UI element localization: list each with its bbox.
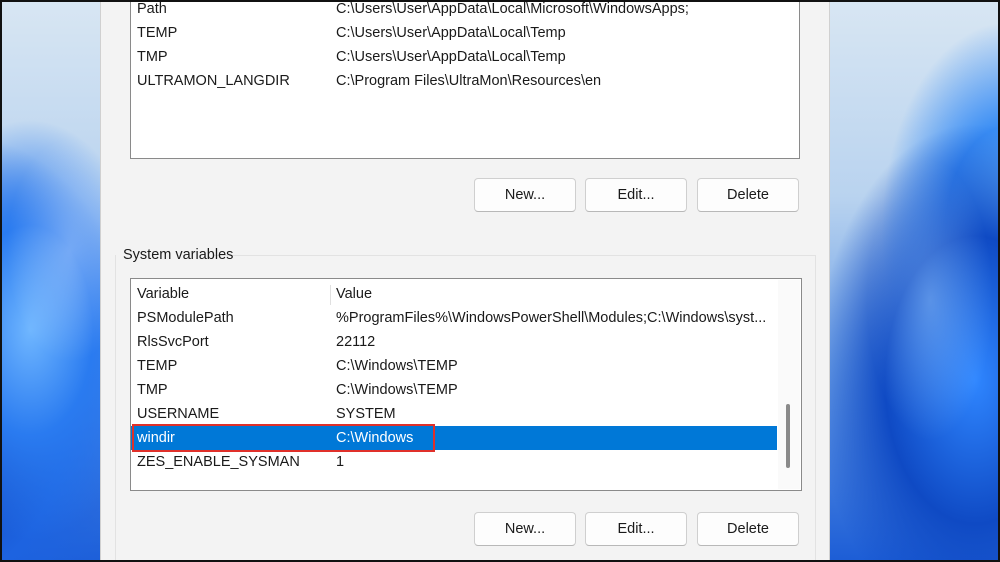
table-row[interactable]: TEMP C:\Windows\TEMP — [131, 354, 777, 378]
variable-name: windir — [137, 430, 175, 446]
variable-name: ULTRAMON_LANGDIR — [137, 73, 290, 89]
variable-value: %ProgramFiles%\WindowsPowerShell\Modules… — [336, 310, 767, 326]
variable-value: C:\Windows — [336, 430, 414, 446]
variable-name: RlsSvcPort — [137, 334, 209, 350]
user-new-button[interactable]: New... — [474, 178, 576, 212]
variable-value: 22112 — [336, 334, 376, 350]
table-row[interactable]: ZES_ENABLE_SYSMAN 1 — [131, 450, 777, 474]
scrollbar-thumb[interactable] — [786, 404, 790, 468]
variable-name: USERNAME — [137, 406, 220, 422]
variable-name: ZES_ENABLE_SYSMAN — [137, 454, 300, 470]
system-variables-list[interactable]: Variable Value PSModulePath %ProgramFile… — [130, 278, 802, 491]
variable-value: C:\Users\User\AppData\Local\Temp — [336, 25, 566, 41]
variable-name: TEMP — [137, 25, 178, 41]
user-variables-list[interactable]: Path C:\Users\User\AppData\Local\Microso… — [130, 0, 800, 159]
variable-name: TEMP — [137, 358, 178, 374]
list-item[interactable]: TEMP C:\Users\User\AppData\Local\Temp — [131, 21, 799, 45]
variable-name: Path — [137, 1, 167, 17]
list-item[interactable]: ULTRAMON_LANGDIR C:\Program Files\UltraM… — [131, 69, 799, 93]
list-item[interactable]: TMP C:\Users\User\AppData\Local\Temp — [131, 45, 799, 69]
variable-value: C:\Users\User\AppData\Local\Microsoft\Wi… — [336, 1, 689, 17]
vertical-scrollbar[interactable] — [778, 280, 800, 489]
user-delete-button[interactable]: Delete — [697, 178, 799, 212]
table-row-selected[interactable]: windir C:\Windows — [131, 426, 777, 450]
table-row[interactable]: PSModulePath %ProgramFiles%\WindowsPower… — [131, 306, 777, 330]
column-header-variable[interactable]: Variable — [137, 286, 189, 302]
system-delete-button[interactable]: Delete — [697, 512, 799, 546]
table-row[interactable]: USERNAME SYSTEM — [131, 402, 777, 426]
list-item[interactable]: Path C:\Users\User\AppData\Local\Microso… — [131, 0, 799, 21]
variable-name: TMP — [137, 49, 168, 65]
variable-value: C:\Windows\TEMP — [336, 382, 458, 398]
column-header-value[interactable]: Value — [336, 286, 776, 302]
group-border-top — [214, 255, 816, 256]
variable-name: TMP — [137, 382, 168, 398]
variable-name: PSModulePath — [137, 310, 234, 326]
environment-variables-dialog: Path C:\Users\User\AppData\Local\Microso… — [100, 0, 830, 562]
list-header: Variable Value — [131, 281, 777, 307]
group-border-right — [815, 255, 816, 562]
system-edit-button[interactable]: Edit... — [585, 512, 687, 546]
user-edit-button[interactable]: Edit... — [585, 178, 687, 212]
system-new-button[interactable]: New... — [474, 512, 576, 546]
column-divider[interactable] — [330, 285, 331, 305]
variable-value: SYSTEM — [336, 406, 396, 422]
variable-value: C:\Users\User\AppData\Local\Temp — [336, 49, 566, 65]
variable-value: 1 — [336, 454, 345, 470]
table-row[interactable]: RlsSvcPort 22112 — [131, 330, 777, 354]
variable-value: C:\Windows\TEMP — [336, 358, 458, 374]
table-row[interactable]: TMP C:\Windows\TEMP — [131, 378, 777, 402]
system-variables-label: System variables — [123, 247, 234, 263]
variable-value: C:\Program Files\UltraMon\Resources\en — [336, 73, 602, 89]
group-border-left — [115, 255, 116, 562]
